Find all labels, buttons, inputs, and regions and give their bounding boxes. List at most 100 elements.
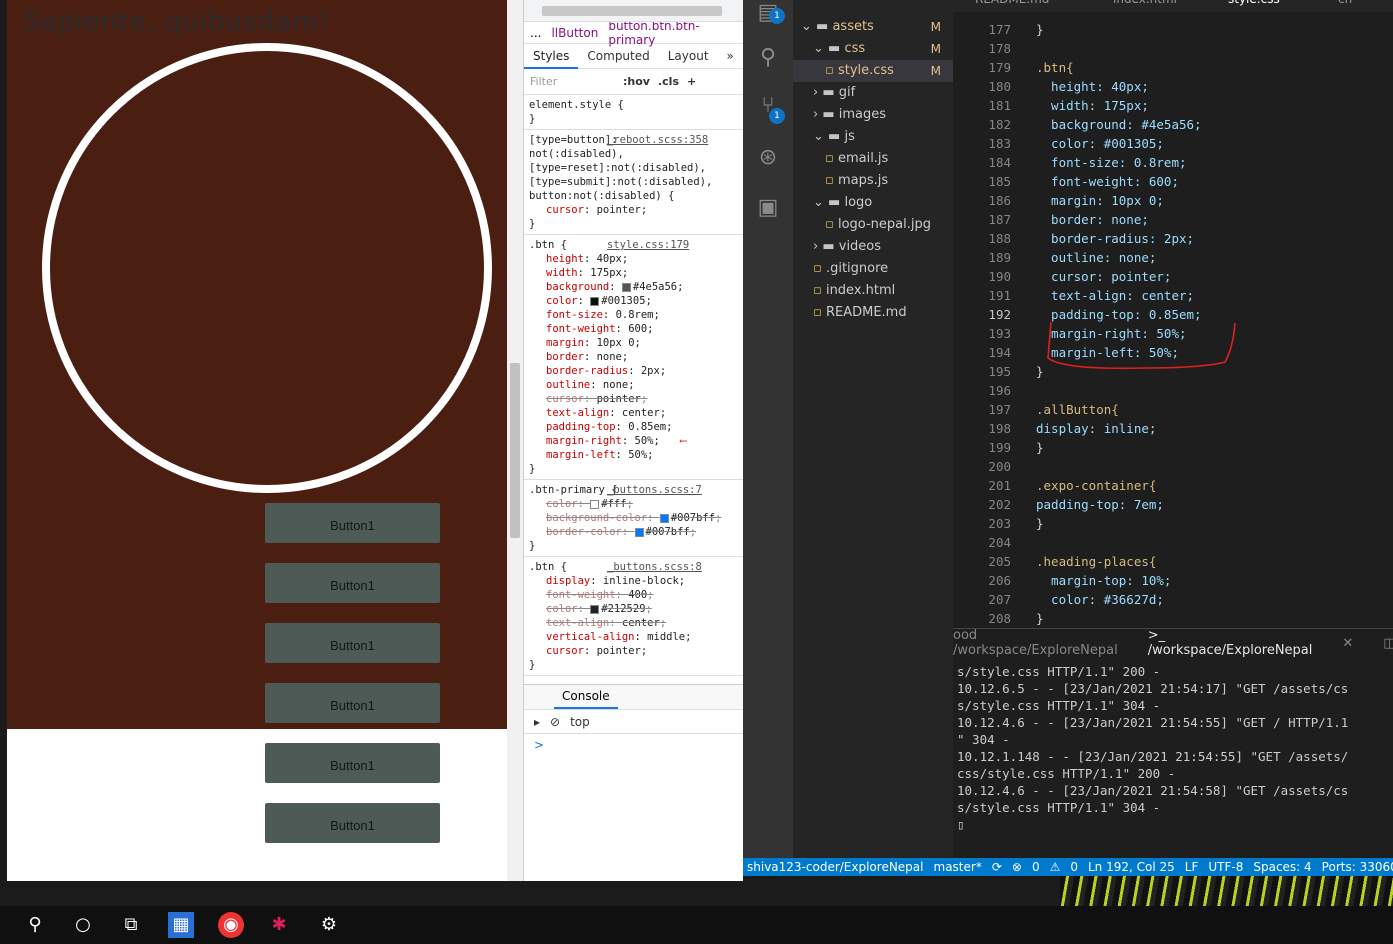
color-swatch[interactable] xyxy=(634,527,644,537)
style-property[interactable]: font-weight: 400; xyxy=(529,588,738,602)
style-property[interactable]: font-weight: 600; xyxy=(529,322,738,336)
breadcrumb-more[interactable]: ... xyxy=(530,26,541,40)
folder-videos[interactable]: › ▬ videos xyxy=(793,236,953,258)
color-swatch[interactable] xyxy=(590,296,600,306)
rule-source-link[interactable]: _buttons.scss:7 xyxy=(607,483,702,497)
tab-other[interactable]: ch xyxy=(1338,0,1352,12)
devtools-h-scrollbar[interactable] xyxy=(524,0,743,22)
close-icon[interactable]: ✕ xyxy=(1342,636,1353,651)
folder-gif[interactable]: › ▬ gif xyxy=(793,82,953,104)
code-line[interactable]: .heading-places{ xyxy=(1036,552,1156,571)
code-line[interactable]: margin: 10px 0; xyxy=(1036,191,1164,210)
clear-console-icon[interactable]: ⊘ xyxy=(550,715,560,729)
style-property[interactable]: height: 40px; xyxy=(529,252,738,266)
code-line[interactable]: font-weight: 600; xyxy=(1036,172,1179,191)
preview-button-3[interactable]: Button1 xyxy=(265,623,440,663)
styles-filter-input[interactable]: Filter xyxy=(530,75,615,88)
scrollbar-thumb[interactable] xyxy=(510,363,520,538)
terminal-tab-1[interactable]: ood /workspace/ExploreNepal xyxy=(953,628,1118,658)
style-property[interactable]: background-color: #007bff; xyxy=(529,511,738,525)
style-property[interactable]: background: #4e5a56; xyxy=(529,280,738,294)
rule-source-link[interactable]: _reboot.scss:358 xyxy=(607,133,708,147)
code-line[interactable]: display: inline; xyxy=(1036,419,1156,438)
preview-button-5[interactable]: Button1 xyxy=(265,743,440,783)
file-maps-js[interactable]: ▫ maps.js xyxy=(793,170,953,192)
context-select[interactable]: top xyxy=(570,715,590,729)
code-line[interactable]: margin-top: 10%; xyxy=(1036,571,1171,590)
color-swatch[interactable] xyxy=(621,282,631,292)
status-problems[interactable]: 0 xyxy=(1032,860,1040,874)
status-repo[interactable]: shiva123-coder/ExploreNepal xyxy=(747,860,924,874)
style-property[interactable]: text-align: center; xyxy=(529,616,738,630)
sync-icon[interactable]: ⟳ xyxy=(992,860,1002,874)
console-prompt[interactable]: > xyxy=(534,738,544,752)
code-line[interactable]: padding-top: 7em; xyxy=(1036,495,1164,514)
folder-logo[interactable]: ⌄ ▬ logo xyxy=(793,192,953,214)
color-swatch[interactable] xyxy=(590,604,600,614)
style-property[interactable]: cursor: pointer; xyxy=(529,203,738,217)
tab-styles[interactable]: Styles xyxy=(524,44,579,69)
folder-css[interactable]: ⌄ ▬ css M xyxy=(793,38,953,60)
code-line[interactable]: } xyxy=(1036,438,1044,457)
style-property[interactable]: font-size: 0.8rem; xyxy=(529,308,738,322)
style-property[interactable]: border-color: #007bff; xyxy=(529,525,738,539)
style-property[interactable]: padding-top: 0.85em; xyxy=(529,420,738,434)
code-line[interactable]: background: #4e5a56; xyxy=(1036,115,1202,134)
rule-source-link[interactable]: style.css:179 xyxy=(607,238,689,252)
settings-icon[interactable]: ⚙ xyxy=(316,912,342,938)
tab-computed[interactable]: Computed xyxy=(578,44,658,69)
code-line[interactable]: .allButton{ xyxy=(1036,400,1119,419)
code-line[interactable]: color: #001305; xyxy=(1036,134,1164,153)
code-line[interactable]: } xyxy=(1036,514,1044,533)
file-style-css[interactable]: ▫ style.css M xyxy=(793,60,953,82)
code-line[interactable]: outline: none; xyxy=(1036,248,1156,267)
style-property[interactable]: margin: 10px 0; xyxy=(529,336,738,350)
status-eol[interactable]: LF xyxy=(1185,860,1199,874)
breadcrumb-button[interactable]: button.btn.btn-primary xyxy=(608,19,743,47)
style-property[interactable]: margin-right: 50%; ⟵ xyxy=(529,434,738,448)
tab-layout[interactable]: Layout xyxy=(659,44,718,69)
terminal-output[interactable]: s/style.css HTTP/1.1" 200 - 10.12.6.5 - -… xyxy=(957,663,1348,833)
code-line[interactable]: font-size: 0.8rem; xyxy=(1036,153,1186,172)
status-ports[interactable]: Ports: 33060, 3 xyxy=(1322,860,1393,874)
file-email-js[interactable]: ▫ email.js xyxy=(793,148,953,170)
file-readme-md[interactable]: ▫ README.md xyxy=(793,302,953,324)
preview-button-6[interactable]: Button1 xyxy=(265,803,440,843)
new-rule-button[interactable]: + xyxy=(687,75,696,88)
folder-images[interactable]: › ▬ images xyxy=(793,104,953,126)
status-position[interactable]: Ln 192, Col 25 xyxy=(1088,860,1175,874)
split-icon[interactable]: ◫ xyxy=(1383,636,1393,651)
code-line[interactable]: border-radius: 2px; xyxy=(1036,229,1194,248)
color-swatch[interactable] xyxy=(590,499,600,509)
tab-readme[interactable]: README.md xyxy=(975,0,1049,12)
chrome-icon[interactable]: ◉ xyxy=(218,912,244,938)
style-property[interactable]: outline: none; xyxy=(529,378,738,392)
tab-index-html[interactable]: index.html xyxy=(1113,0,1177,12)
status-spaces[interactable]: Spaces: 4 xyxy=(1253,860,1311,874)
preview-button-4[interactable]: Button1 xyxy=(265,683,440,723)
file-index-html[interactable]: ▫ index.html xyxy=(793,280,953,302)
status-warnings[interactable]: 0 xyxy=(1070,860,1078,874)
task-view-icon[interactable]: ⧉ xyxy=(118,912,144,938)
terminal-tab-2[interactable]: >_ /workspace/ExploreNepal xyxy=(1148,628,1313,658)
code-line[interactable]: .btn{ xyxy=(1036,58,1074,77)
hov-toggle[interactable]: :hov xyxy=(623,75,650,88)
sidebar-toggle-icon[interactable]: ▸ xyxy=(534,715,540,729)
code-line[interactable]: text-align: center; xyxy=(1036,286,1194,305)
preview-button-1[interactable]: Button1 xyxy=(265,503,440,543)
code-line[interactable]: } xyxy=(1036,609,1044,628)
file-logo-nepal-jpg[interactable]: ▫ logo-nepal.jpg xyxy=(793,214,953,236)
scrollbar-thumb[interactable] xyxy=(542,6,722,16)
terminal-cursor[interactable]: ▯ xyxy=(957,816,1348,833)
style-property[interactable]: display: inline-block; xyxy=(529,574,738,588)
style-property[interactable]: cursor: pointer; xyxy=(529,392,738,406)
rule-source-link[interactable]: _buttons.scss:8 xyxy=(607,560,702,574)
style-property[interactable]: border: none; xyxy=(529,350,738,364)
style-property[interactable]: width: 175px; xyxy=(529,266,738,280)
code-line[interactable]: } xyxy=(1036,20,1044,39)
code-line[interactable]: .expo-container{ xyxy=(1036,476,1156,495)
color-swatch[interactable] xyxy=(659,513,669,523)
preview-button-2[interactable]: Button1 xyxy=(265,563,440,603)
code-line[interactable]: border: none; xyxy=(1036,210,1149,229)
style-property[interactable]: cursor: pointer; xyxy=(529,644,738,658)
